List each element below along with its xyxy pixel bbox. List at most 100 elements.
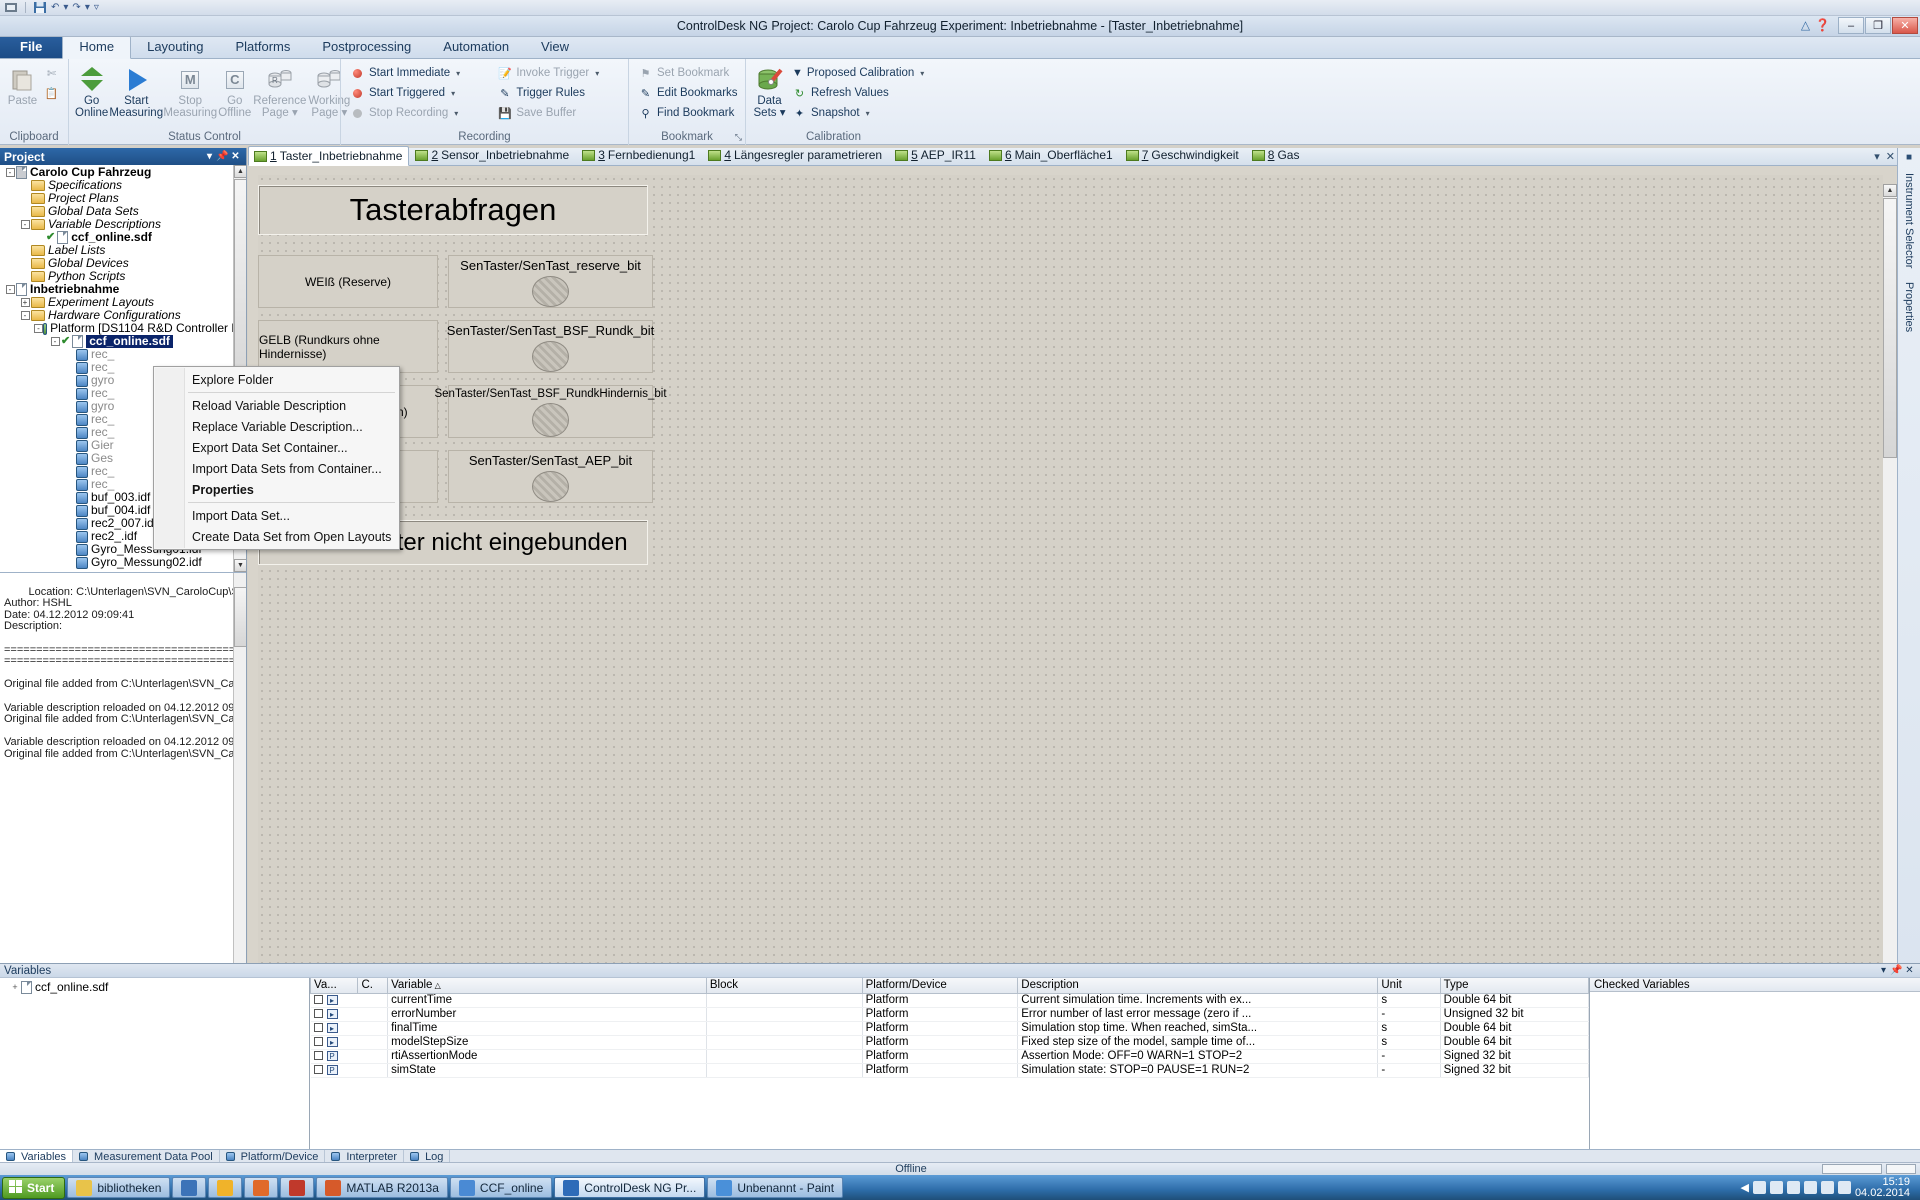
tray-icon[interactable] <box>1770 1181 1783 1194</box>
project-tree-node[interactable]: -Carolo Cup Fahrzeug <box>0 166 246 179</box>
panel-close-icon[interactable]: ✕ <box>229 151 242 162</box>
variables-table-pane[interactable]: Va...C.Variable △BlockPlatform/DeviceDes… <box>310 978 1590 1149</box>
taskbar-item[interactable]: ControlDesk NG Pr... <box>554 1177 705 1198</box>
tray-icon[interactable] <box>1821 1181 1834 1194</box>
layout-display-1[interactable]: SenTaster/SenTast_BSF_Rundk_bit <box>448 320 653 373</box>
maximize-button[interactable]: ❐ <box>1865 17 1891 34</box>
right-dock-instrument-selector[interactable]: Instrument Selector <box>1903 169 1915 272</box>
layout-display-2[interactable]: SenTaster/SenTast_BSF_RundkHindernis_bit <box>448 385 653 438</box>
tray-icon[interactable] <box>1804 1181 1817 1194</box>
tray-show-desktop-icon[interactable]: ◀ <box>1740 1181 1748 1194</box>
context-menu-item[interactable]: Export Data Set Container... <box>154 437 399 458</box>
ribbon-tab-home[interactable]: Home <box>62 35 131 59</box>
edit-bookmarks-button[interactable]: ✎ Edit Bookmarks <box>635 84 741 102</box>
ribbon-collapse-icon[interactable]: △ <box>1801 18 1810 32</box>
reference-page-button[interactable]: R Reference Page ▾ <box>253 61 306 119</box>
taskbar-item[interactable]: CCF_online <box>450 1177 552 1198</box>
chevron-down-icon[interactable]: ▾ <box>456 69 460 78</box>
tree-expander-icon[interactable]: + <box>19 296 31 309</box>
refresh-values-button[interactable]: ↻ Refresh Values <box>789 84 915 102</box>
variables-column-header[interactable]: Description <box>1018 978 1378 993</box>
ribbon-tab-view[interactable]: View <box>525 36 585 58</box>
start-button[interactable]: Start <box>2 1177 65 1199</box>
variables-row-selector[interactable]: ▸ <box>311 993 388 1007</box>
save-icon[interactable] <box>33 1 47 14</box>
variables-column-header[interactable]: Unit <box>1378 978 1440 993</box>
panel-pin-icon[interactable]: 📌 <box>1890 965 1903 976</box>
go-online-button[interactable]: Go Online <box>75 61 108 119</box>
panel-pin-icon[interactable]: 📌 <box>216 151 229 162</box>
tree-expander-icon[interactable]: - <box>34 322 43 335</box>
document-tab[interactable]: 1Taster_Inbetriebnahme <box>248 146 409 166</box>
chevron-down-icon[interactable]: ▾ <box>454 109 458 118</box>
ribbon-tab-layouting[interactable]: Layouting <box>131 36 219 58</box>
copy-button[interactable]: 📋 <box>41 84 62 102</box>
chevron-down-icon[interactable]: ▾ <box>866 109 870 118</box>
table-row[interactable]: ▸finalTimePlatformSimulation stop time. … <box>311 1021 1589 1035</box>
tray-icon[interactable] <box>1753 1181 1766 1194</box>
go-offline-button[interactable]: C Go Offline <box>218 61 251 119</box>
row-checkbox[interactable] <box>314 995 323 1004</box>
project-tree-node[interactable]: Gyro_Messung02.idf <box>0 556 246 569</box>
start-immediate-button[interactable]: Start Immediate ▾ <box>347 64 492 82</box>
right-dock-pin-icon[interactable]: ■ <box>1906 152 1912 163</box>
variables-column-header[interactable]: Block <box>706 978 862 993</box>
project-tree-node[interactable]: Specifications <box>0 179 246 192</box>
project-tree-node[interactable]: -✔ccf_online.sdf <box>0 335 246 348</box>
variables-tree-root[interactable]: + ccf_online.sdf <box>3 981 309 994</box>
layout-display-0[interactable]: SenTaster/SenTast_reserve_bit <box>448 255 653 308</box>
layout-title-instrument[interactable]: Tasterabfragen <box>258 185 648 235</box>
set-bookmark-button[interactable]: ⚑ Set Bookmark <box>635 64 741 82</box>
document-tab[interactable]: 7Geschwindigkeit <box>1120 145 1246 165</box>
undo-icon[interactable]: ↶ <box>51 1 59 14</box>
row-checkbox[interactable] <box>314 1009 323 1018</box>
variables-row-selector[interactable]: P <box>311 1063 388 1077</box>
proposed-calibration-button[interactable]: ▼ Proposed Calibration ▾ <box>789 64 915 82</box>
row-checkbox[interactable] <box>314 1023 323 1032</box>
app-icon[interactable] <box>4 1 18 14</box>
scroll-up-arrow[interactable]: ▲ <box>234 165 246 178</box>
document-tab[interactable]: 8Gas <box>1246 145 1307 165</box>
document-tab[interactable]: 6Main_Oberfläche1 <box>983 145 1120 165</box>
taskbar-item[interactable] <box>280 1177 314 1198</box>
close-button[interactable]: ✕ <box>1892 17 1918 34</box>
table-row[interactable]: ▸errorNumberPlatformError number of last… <box>311 1007 1589 1021</box>
context-menu[interactable]: Explore FolderReload Variable Descriptio… <box>153 366 400 550</box>
tree-expander-icon[interactable]: - <box>19 218 31 231</box>
variables-tree-pane[interactable]: + ccf_online.sdf <box>0 978 310 1149</box>
project-tree-node[interactable]: ✔ccf_online.sdf <box>0 231 246 244</box>
tree-expander-icon[interactable]: - <box>49 335 61 348</box>
cut-button[interactable]: ✄ <box>41 64 62 82</box>
find-bookmark-button[interactable]: ⚲ Find Bookmark <box>635 104 741 122</box>
context-menu-item[interactable]: Create Data Set from Open Layouts <box>154 526 399 547</box>
context-menu-item[interactable]: Import Data Set... <box>154 505 399 526</box>
taskbar-item[interactable]: MATLAB R2013a <box>316 1177 448 1198</box>
row-checkbox[interactable] <box>314 1065 323 1074</box>
taskbar-item[interactable] <box>208 1177 242 1198</box>
scroll-thumb[interactable] <box>1883 198 1897 458</box>
stop-measuring-button[interactable]: M Stop Measuring <box>164 61 216 119</box>
context-menu-item[interactable]: Properties <box>154 479 399 500</box>
tab-list-icon[interactable]: ▾ <box>1874 150 1880 163</box>
variables-column-header[interactable]: Platform/Device <box>862 978 1018 993</box>
stop-recording-button[interactable]: Stop Recording ▾ <box>347 104 492 122</box>
variables-column-header[interactable]: C. <box>358 978 388 993</box>
trigger-rules-button[interactable]: ✎ Trigger Rules <box>494 84 622 102</box>
layout-display-3[interactable]: SenTaster/SenTast_AEP_bit <box>448 450 653 503</box>
tray-icon[interactable] <box>1787 1181 1800 1194</box>
taskbar-item[interactable] <box>244 1177 278 1198</box>
chevron-down-icon[interactable]: ▾ <box>451 89 455 98</box>
invoke-trigger-button[interactable]: 📝 Invoke Trigger ▾ <box>494 64 622 82</box>
panel-close-icon[interactable]: ✕ <box>1903 965 1916 976</box>
scroll-thumb[interactable] <box>234 587 246 647</box>
customize-qat-icon[interactable]: ▿ <box>94 1 99 14</box>
ribbon-tab-platforms[interactable]: Platforms <box>219 36 306 58</box>
taskbar-item[interactable] <box>172 1177 206 1198</box>
document-tab[interactable]: 5AEP_IR11 <box>889 145 983 165</box>
variables-column-header[interactable]: Variable △ <box>388 978 707 993</box>
snapshot-button[interactable]: ✦ Snapshot ▾ <box>789 104 915 122</box>
tree-expander-icon[interactable]: - <box>4 166 16 179</box>
ribbon-tab-postprocessing[interactable]: Postprocessing <box>306 36 427 58</box>
chevron-down-icon[interactable]: ▾ <box>920 69 924 78</box>
taskbar-clock[interactable]: 15:19 04.02.2014 <box>1855 1177 1916 1199</box>
